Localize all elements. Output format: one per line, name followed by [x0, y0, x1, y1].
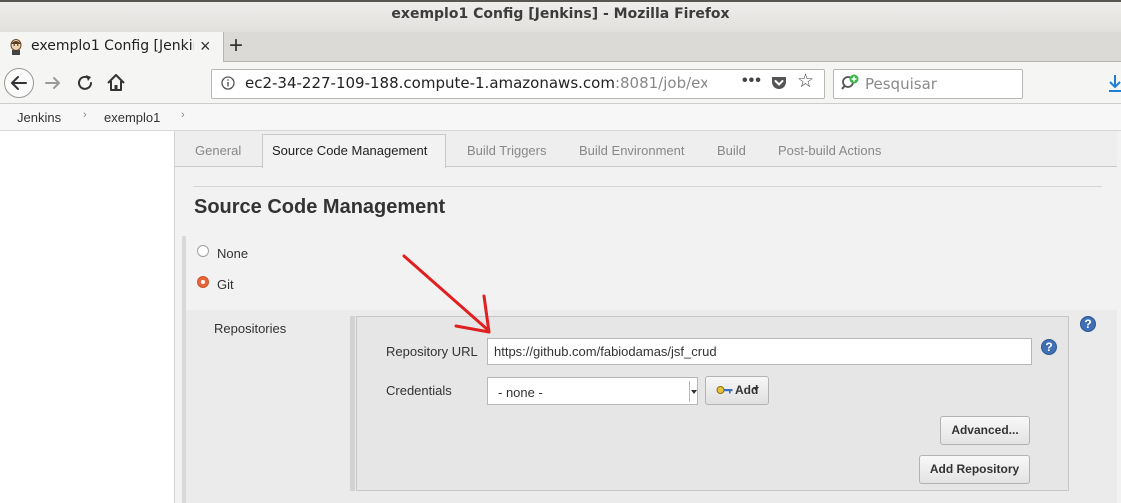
forward-arrow-icon[interactable] — [42, 72, 64, 94]
section-title: Source Code Management — [194, 196, 446, 218]
jenkins-favicon-icon — [10, 39, 22, 55]
tab-post-build-actions[interactable]: Post-build Actions — [778, 143, 881, 158]
url-host: ec2-34-227-109-188.compute-1.amazonaws.c… — [245, 74, 615, 92]
side-panel — [0, 131, 174, 503]
arrow-left-icon — [11, 76, 27, 90]
chevron-down-icon — [753, 387, 759, 391]
help-icon[interactable]: ? — [1041, 339, 1057, 355]
help-icon[interactable]: ? — [1080, 316, 1096, 332]
search-input[interactable]: Pesquisar — [865, 75, 937, 93]
tab-source-code-management[interactable]: Source Code Management — [272, 143, 427, 158]
credentials-label: Credentials — [386, 383, 452, 398]
download-icon[interactable] — [1108, 74, 1121, 94]
home-icon[interactable] — [105, 72, 127, 94]
pocket-icon[interactable] — [771, 75, 787, 91]
advanced-button[interactable]: Advanced... — [940, 416, 1030, 445]
reload-icon[interactable] — [74, 72, 96, 94]
radio-none-label[interactable]: None — [217, 246, 248, 261]
radio-git[interactable] — [197, 276, 209, 288]
search-engine-icon[interactable] — [841, 74, 861, 92]
breadcrumb-separator: › — [181, 109, 185, 121]
back-button[interactable] — [4, 68, 34, 98]
repositories-label: Repositories — [214, 321, 287, 336]
browser-tab-title: exemplo1 Config [Jenkin — [31, 38, 194, 54]
window-title: exemplo1 Config [Jenkins] - Mozilla Fire… — [391, 6, 730, 22]
radio-none[interactable] — [197, 245, 209, 257]
breadcrumb-jenkins[interactable]: Jenkins — [17, 110, 61, 125]
repository-drag-handle[interactable] — [350, 316, 355, 491]
radio-git-label[interactable]: Git — [217, 277, 234, 292]
site-info-icon[interactable] — [221, 76, 235, 90]
tab-build-triggers[interactable]: Build Triggers — [467, 143, 546, 158]
tab-build-environment[interactable]: Build Environment — [579, 143, 685, 158]
repository-url-input[interactable] — [487, 338, 1032, 365]
tab-general[interactable]: General — [195, 143, 241, 158]
repository-url-label: Repository URL — [386, 344, 478, 359]
page-actions-icon[interactable]: ••• — [742, 72, 762, 90]
bookmark-star-icon[interactable]: ☆ — [797, 72, 814, 92]
breadcrumb — [0, 104, 1121, 131]
tab-build[interactable]: Build — [717, 143, 746, 158]
annotation-arrow-icon — [402, 254, 491, 334]
chevron-down-icon — [689, 381, 697, 402]
url-path: :8081/job/exemplo1/ — [614, 74, 707, 92]
credentials-selected-value: - none - — [498, 385, 543, 400]
url-text[interactable]: ec2-34-227-109-188.compute-1.amazonaws.c… — [245, 74, 707, 92]
breadcrumb-separator: › — [83, 109, 87, 121]
add-repository-button[interactable]: Add Repository — [919, 455, 1030, 484]
breadcrumb-exemplo1[interactable]: exemplo1 — [104, 110, 160, 125]
section-divider — [193, 186, 1102, 187]
tab-close-icon[interactable]: × — [200, 36, 211, 56]
new-tab-icon[interactable]: + — [229, 33, 243, 59]
key-icon — [716, 386, 733, 394]
